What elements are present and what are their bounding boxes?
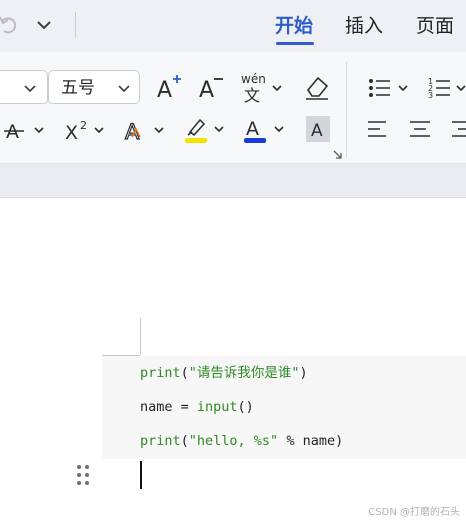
align-right-button[interactable] bbox=[450, 118, 466, 148]
character-shading-button[interactable]: A bbox=[306, 116, 330, 146]
svg-text:A: A bbox=[311, 121, 323, 141]
svg-text:3: 3 bbox=[428, 91, 433, 100]
redo-icon[interactable] bbox=[0, 12, 20, 38]
drag-handle-icon[interactable] bbox=[76, 464, 90, 486]
ribbon-separator bbox=[346, 62, 347, 158]
font-size-value: 五号 bbox=[61, 78, 95, 98]
tab-insert[interactable]: 插入 bbox=[345, 12, 383, 40]
tab-home[interactable]: 开始 bbox=[275, 12, 313, 40]
font-dialog-launcher-icon[interactable] bbox=[333, 150, 343, 160]
tab-bar: 开始 插入 页面 bbox=[0, 0, 466, 52]
watermark: CSDN @打磨的石头 bbox=[368, 507, 460, 518]
margin-marker bbox=[140, 318, 141, 355]
ribbon: 五号 A A wén 文 A X 2 A A A 1 2 3 bbox=[0, 52, 466, 164]
eraser-icon[interactable] bbox=[302, 72, 330, 102]
bullet-list-button[interactable] bbox=[368, 74, 412, 104]
numbered-list-button[interactable]: 1 2 3 bbox=[428, 74, 466, 104]
svg-text:2: 2 bbox=[80, 119, 87, 132]
svg-text:A: A bbox=[199, 78, 214, 102]
decrease-font-size-button[interactable]: A bbox=[198, 72, 224, 102]
text-effect-button[interactable]: A bbox=[124, 116, 168, 146]
increase-font-size-button[interactable]: A bbox=[156, 72, 182, 102]
svg-text:X: X bbox=[65, 122, 78, 144]
chevron-down-icon bbox=[23, 81, 37, 95]
code-line: print("hello, %s" % name) bbox=[140, 433, 344, 449]
svg-text:A: A bbox=[157, 78, 172, 102]
code-line: name = input() bbox=[140, 399, 254, 415]
ruler-band bbox=[0, 164, 466, 198]
font-size-dropdown[interactable]: 五号 bbox=[48, 70, 140, 104]
superscript-button[interactable]: X 2 bbox=[64, 116, 108, 146]
code-block[interactable]: print("请告诉我你是谁") name = input() print("h… bbox=[102, 356, 466, 459]
active-tab-indicator bbox=[276, 42, 314, 45]
svg-text:文: 文 bbox=[244, 86, 260, 104]
svg-text:A: A bbox=[246, 118, 259, 140]
text-cursor bbox=[140, 461, 142, 489]
tab-page[interactable]: 页面 bbox=[416, 12, 454, 40]
chevron-down-icon[interactable] bbox=[34, 14, 54, 36]
font-name-dropdown[interactable] bbox=[0, 70, 48, 104]
pinyin-guide-button[interactable]: wén 文 bbox=[240, 70, 284, 104]
svg-text:wén: wén bbox=[241, 72, 266, 86]
highlight-color-button[interactable] bbox=[184, 114, 228, 144]
toolbar-separator bbox=[75, 12, 76, 38]
svg-text:A: A bbox=[6, 121, 19, 143]
align-center-button[interactable] bbox=[408, 118, 432, 148]
chevron-down-icon bbox=[117, 81, 131, 95]
code-line: print("请告诉我你是谁") bbox=[140, 365, 308, 381]
strikethrough-button[interactable]: A bbox=[4, 116, 46, 146]
align-left-button[interactable] bbox=[366, 118, 390, 148]
document-page[interactable]: print("请告诉我你是谁") name = input() print("h… bbox=[0, 198, 466, 523]
font-color-button[interactable]: A bbox=[244, 114, 288, 144]
